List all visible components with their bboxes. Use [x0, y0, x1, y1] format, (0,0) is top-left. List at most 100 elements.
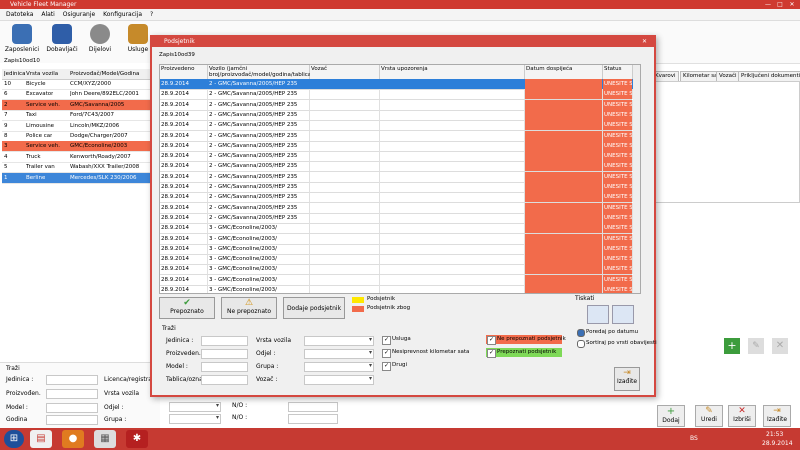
menu-alati[interactable]: Alati — [41, 9, 54, 20]
minimize-icon[interactable]: — — [763, 0, 773, 9]
dialog-plate-input[interactable] — [201, 375, 248, 385]
column-header[interactable]: Vozilo (jamčni broj/proizvođač/model/god… — [208, 65, 313, 79]
unit-input[interactable] — [46, 375, 98, 385]
manufacturer-input[interactable] — [46, 389, 98, 399]
edit-button[interactable]: ✎ Uredi — [695, 405, 723, 427]
add-button[interactable]: + Dodaj — [657, 405, 685, 427]
vehicle-row[interactable]: 1 Berline Mercedes/SLK 230/2006 — [2, 172, 152, 184]
reminder-cell: 28.9.2014 — [160, 233, 208, 244]
year-input[interactable] — [46, 415, 98, 425]
app-icon[interactable]: ▦ — [94, 430, 116, 448]
recognized-button[interactable]: ✔ Prepoznato — [159, 297, 215, 319]
reminder-cell: 28.9.2014 — [160, 285, 208, 293]
vehicle-cell: Trailer van — [26, 164, 55, 171]
column-header[interactable]: Vrsta upozorenja — [380, 65, 525, 79]
reminder-cell: 28.9.2014 — [160, 161, 208, 172]
dialog-department-select[interactable] — [304, 349, 374, 359]
exit-button[interactable]: ⇥ Izađite — [763, 405, 791, 427]
language-indicator[interactable]: BS — [690, 435, 698, 442]
unrecognized-filter[interactable]: ✓ Ne prepoznati podsjetnik — [486, 335, 566, 345]
explorer-icon[interactable]: ▤ — [30, 430, 52, 448]
check-label: Prepoznati podsjetnik — [497, 349, 557, 355]
toolbar-parts-button[interactable]: Dijelovi — [80, 24, 120, 62]
reminder-cell: 2 - GMC/Savanna/2005/HEP 235 — [208, 171, 310, 182]
maximize-icon[interactable]: □ — [775, 0, 785, 9]
department-select[interactable] — [169, 402, 221, 412]
not-recognized-button[interactable]: ⚠ Ne prepoznato — [221, 297, 277, 319]
add-icon[interactable]: + — [724, 338, 740, 354]
no-input[interactable] — [288, 402, 338, 412]
dialog-group-select[interactable] — [304, 362, 374, 372]
vehicle-cell: 3 — [4, 143, 8, 150]
vehicle-row[interactable]: 8 Police car Dodge/Charger/2007 — [2, 131, 152, 142]
driver-select[interactable] — [304, 375, 374, 385]
reminder-cell — [380, 243, 525, 254]
vehicle-cell: Lincoln/MKZ/2006 — [70, 122, 120, 129]
column-header[interactable]: Jedinica — [4, 69, 25, 79]
column-header[interactable]: Status — [603, 65, 633, 79]
reminder-cell: 28.9.2014 — [160, 120, 208, 131]
start-icon[interactable]: ⊞ — [4, 430, 24, 448]
column-header[interactable]: Datum dospijeća — [525, 65, 603, 79]
column-header[interactable]: Proizvođač/Model/Godina — [70, 69, 139, 79]
sort-by-type-radio[interactable] — [577, 340, 585, 348]
reminder-cell: 28.9.2014 — [160, 223, 208, 234]
print-preview-icon[interactable] — [587, 305, 609, 324]
service-checkbox[interactable]: ✓ — [382, 336, 391, 345]
edit-icon[interactable]: ✎ — [748, 338, 764, 354]
reminder-cell: 28.9.2014 — [160, 202, 208, 213]
no-input[interactable] — [288, 414, 338, 424]
toolbar-label: Dobavljači — [46, 46, 78, 53]
unrecognized-checkbox[interactable]: ✓ — [487, 336, 496, 345]
recognized-filter[interactable]: ✓ Prepoznati podsjetnik — [486, 348, 562, 358]
delete-icon[interactable]: ✕ — [772, 338, 788, 354]
menu-help[interactable]: ? — [150, 9, 153, 20]
group-select[interactable] — [169, 414, 221, 424]
reminder-cell: 2 - GMC/Savanna/2005/HEP 235 — [208, 140, 310, 151]
firefox-icon[interactable]: ● — [62, 430, 84, 448]
vehicle-row[interactable]: 5 Trailer van Wabash/XXX Trailer/2008 — [2, 162, 152, 174]
odometer-checkbox[interactable]: ✓ — [382, 349, 391, 358]
reminder-row[interactable]: 28.9.2014 3 - GMC/Econoline/2003/UNESITE … — [160, 285, 633, 293]
vehicle-row[interactable]: 7 Taxi Ford/7C43/2007 — [2, 110, 152, 122]
vehicle-type-select[interactable] — [304, 336, 374, 346]
reminder-cell: 2 - GMC/Savanna/2005/HEP 235 — [208, 130, 310, 141]
column-header[interactable]: Vrsta vozila — [26, 69, 58, 79]
reminder-cell: 2 - GMC/Savanna/2005/HEP 235 — [208, 151, 310, 162]
sort-by-date-radio[interactable] — [577, 329, 585, 337]
column-header[interactable]: Vozač — [310, 65, 380, 79]
model-input[interactable] — [46, 403, 98, 413]
vehicle-row[interactable]: 2 Service veh. GMC/Savanna/2005 — [2, 99, 152, 111]
recognized-checkbox[interactable]: ✓ — [487, 349, 496, 358]
reminder-cell — [380, 140, 525, 151]
vehicle-row[interactable]: 3 Service veh. GMC/Econoline/2003 — [2, 141, 152, 153]
search-label: Proizvođen. — [6, 390, 41, 397]
scrollbar[interactable] — [633, 65, 640, 293]
dialog-manufacturer-input[interactable] — [201, 349, 248, 359]
other-checkbox[interactable]: ✓ — [382, 362, 391, 371]
dialog-exit-button[interactable]: ⇥ Izađite — [614, 367, 640, 391]
close-icon[interactable]: ✕ — [787, 0, 797, 9]
add-reminder-button[interactable]: Dodaje podsjetnik — [283, 297, 345, 319]
reminder-cell — [310, 109, 380, 120]
fleet-app-icon[interactable]: ✱ — [126, 430, 148, 448]
vehicle-row[interactable]: 4 Truck Kenworth/Roady/2007 — [2, 152, 152, 163]
clock-time[interactable]: 21:53 — [766, 431, 783, 438]
menu-osiguranje[interactable]: Osiguranje — [63, 9, 95, 20]
menu-datoteka[interactable]: Datoteka — [6, 9, 33, 20]
reminder-cell: UNESITE S... — [603, 223, 633, 234]
reminder-cell: 28.9.2014 — [160, 109, 208, 120]
delete-button[interactable]: ✕ Izbriši — [728, 405, 756, 427]
printer-icon[interactable] — [612, 305, 634, 324]
vehicle-row[interactable]: 10 Bicycle CCM/XYZ/2000 — [2, 79, 152, 90]
menu-konfiguracija[interactable]: Konfiguracija — [103, 9, 142, 20]
dialog-unit-input[interactable] — [201, 336, 248, 346]
dialog-close-icon[interactable]: ✕ — [642, 37, 647, 47]
column-header[interactable]: Proizvedeno — [160, 65, 208, 79]
toolbar-suppliers-button[interactable]: Dobavljači — [42, 24, 82, 62]
dialog-model-input[interactable] — [201, 362, 248, 372]
clock-date[interactable]: 28.9.2014 — [762, 440, 793, 447]
vehicle-row[interactable]: 6 Excavator John Deere/892ELC/2001 — [2, 89, 152, 101]
vehicle-row[interactable]: 9 Limousine Lincoln/MKZ/2006 — [2, 121, 152, 132]
toolbar-employees-button[interactable]: Zaposlenici — [2, 24, 42, 62]
